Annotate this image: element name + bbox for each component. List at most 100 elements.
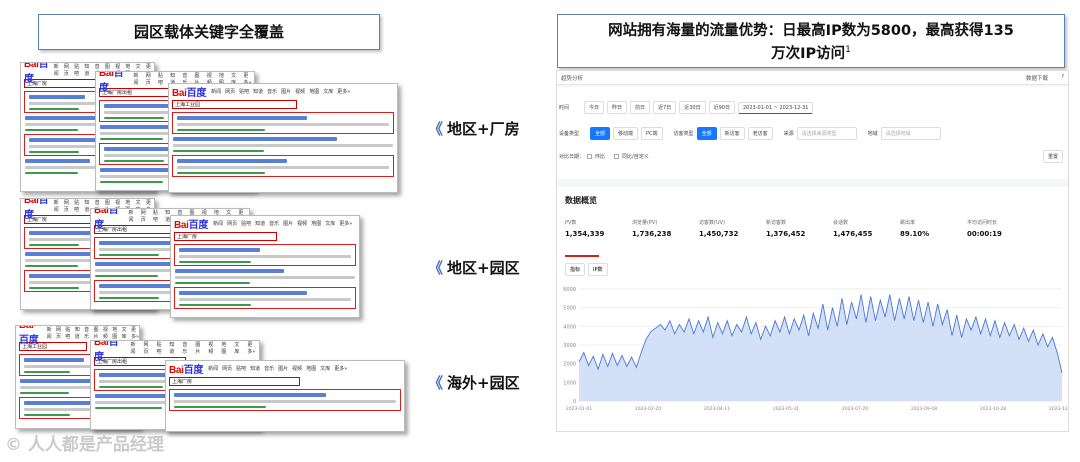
nav-link[interactable]: 知道	[169, 341, 178, 355]
chart-tab[interactable]: 指标	[565, 263, 586, 276]
nav-link[interactable]: 新闻	[134, 72, 142, 86]
visitor-option[interactable]: 全部	[696, 127, 717, 140]
device-option[interactable]: 移动端	[613, 127, 639, 140]
nav-link[interactable]: 网页	[143, 341, 152, 355]
nav-link[interactable]: 新闻	[213, 220, 223, 227]
nav-link[interactable]: 网页	[227, 220, 237, 227]
nav-link[interactable]: 新闻	[54, 199, 60, 213]
visitor-option[interactable]: 新访客	[719, 127, 745, 140]
nav-link[interactable]: 地图	[112, 326, 117, 340]
help-icon[interactable]: ?	[1061, 74, 1064, 80]
nav-link[interactable]: 文库	[122, 326, 127, 340]
nav-link[interactable]: 视频	[103, 326, 108, 340]
nav-link[interactable]: 文库	[320, 365, 330, 372]
nav-link[interactable]: 贴吧	[241, 220, 251, 227]
nav-link[interactable]: 视频	[297, 220, 307, 227]
search-input[interactable]: 上海工业园	[19, 342, 87, 351]
nav-link[interactable]: 地图	[309, 88, 319, 95]
nav-link[interactable]: 图片	[278, 365, 288, 372]
nav-link[interactable]: 音乐	[269, 220, 279, 227]
nav-link[interactable]: 音乐	[267, 88, 277, 95]
device-option[interactable]: 全部	[590, 127, 611, 140]
nav-link[interactable]: 知道	[84, 63, 90, 77]
nav-link[interactable]: 音乐	[182, 341, 191, 355]
nav-link[interactable]: 更多»	[339, 220, 352, 227]
nav-link[interactable]: 知道	[75, 326, 80, 340]
nav-link[interactable]: 网页	[222, 365, 232, 372]
nav-link[interactable]: 贴吧	[236, 365, 246, 372]
nav-link[interactable]: 图片	[283, 220, 293, 227]
time-option[interactable]: 近7日	[653, 101, 677, 114]
nav-link[interactable]: 贴吧	[65, 326, 70, 340]
nav-link[interactable]: 知道	[250, 365, 260, 372]
slide: 园区载体关键字全覆盖 网站拥有海量的流量优势：日最高IP数为5800，最高获得1…	[0, 0, 1080, 462]
nav-link[interactable]: 文库	[325, 220, 335, 227]
compare-checkbox[interactable]	[614, 154, 620, 159]
nav-link[interactable]: 音乐	[264, 365, 274, 372]
region-select[interactable]: 请选择地域	[880, 127, 941, 140]
nav-link[interactable]: 视频	[295, 88, 305, 95]
search-result-item[interactable]	[169, 137, 397, 152]
nav-link[interactable]: 新闻	[130, 341, 139, 355]
nav-link[interactable]: 新闻	[54, 63, 60, 77]
time-option[interactable]: 今日	[584, 101, 605, 114]
nav-link[interactable]: 贴吧	[156, 341, 165, 355]
nav-link[interactable]: 文库	[323, 88, 333, 95]
compare-checkbox[interactable]	[587, 154, 593, 159]
download-button[interactable]: 数据下载	[1026, 74, 1048, 82]
time-option[interactable]: 近30日	[679, 101, 706, 114]
nav-link[interactable]: 网页	[141, 209, 149, 223]
date-range-picker[interactable]: 2023-01-01 ~ 2023-12-31	[737, 101, 814, 114]
nav-link[interactable]: 网页	[225, 88, 235, 95]
search-input[interactable]: 上海厂房	[24, 215, 98, 224]
time-option[interactable]: 近90日	[708, 101, 735, 114]
search-result-item[interactable]	[174, 287, 356, 309]
search-result-item[interactable]	[174, 244, 356, 266]
nav-link[interactable]: 知道	[253, 88, 263, 95]
search-input[interactable]: 上海厂房	[24, 79, 98, 88]
nav-link[interactable]: 更多»	[247, 341, 259, 355]
nav-link[interactable]: 贴吧	[239, 88, 249, 95]
source-select[interactable]: 请选择来源类型	[796, 127, 857, 140]
visitor-option[interactable]: 老访客	[747, 127, 773, 140]
nav-link[interactable]: 网页	[64, 199, 70, 213]
search-result-item[interactable]	[169, 389, 401, 411]
nav-link[interactable]: 贴吧	[74, 199, 80, 213]
nav-link[interactable]: 网页	[64, 63, 70, 77]
device-option[interactable]: PC端	[641, 127, 663, 140]
nav-link[interactable]: 地图	[221, 341, 230, 355]
nav-link[interactable]: 知道	[255, 220, 265, 227]
nav-link[interactable]: 贴吧	[74, 63, 80, 77]
nav-link[interactable]: 地图	[306, 365, 316, 372]
nav-link[interactable]: 新闻	[129, 209, 137, 223]
nav-link[interactable]: 网页	[56, 326, 61, 340]
nav-link[interactable]: 图片	[281, 88, 291, 95]
nav-link[interactable]: 新闻	[211, 88, 221, 95]
time-option[interactable]: 昨日	[607, 101, 628, 114]
nav-link[interactable]: 网页	[146, 72, 154, 86]
search-result-item[interactable]	[172, 112, 394, 134]
nav-link[interactable]: 视频	[208, 341, 217, 355]
search-result-item[interactable]	[171, 269, 359, 284]
reset-button[interactable]: 重置	[1042, 150, 1063, 163]
nav-link[interactable]: 视频	[292, 365, 302, 372]
nav-link[interactable]: 贴吧	[153, 209, 161, 223]
time-option[interactable]: 前日	[630, 101, 651, 114]
nav-link[interactable]: 贴吧	[158, 72, 166, 86]
nav-link[interactable]: 更多»	[337, 88, 350, 95]
chart-tab[interactable]: IP数	[588, 263, 608, 276]
nav-link[interactable]: 图片	[195, 341, 204, 355]
search-input[interactable]: 上海厂房出租	[94, 225, 181, 234]
search-input[interactable]: 上海工业园	[172, 100, 298, 109]
nav-link[interactable]: 图片	[93, 326, 98, 340]
nav-link[interactable]: 更多»	[334, 365, 347, 372]
search-input[interactable]: 上海厂房	[169, 377, 300, 386]
nav-link[interactable]: 地图	[311, 220, 321, 227]
nav-link[interactable]: 新闻	[47, 326, 52, 340]
nav-link[interactable]: 文库	[234, 341, 243, 355]
search-input[interactable]: 上海厂房	[174, 232, 278, 241]
nav-link[interactable]: 更多»	[131, 326, 139, 340]
nav-link[interactable]: 音乐	[84, 326, 89, 340]
search-result-item[interactable]	[172, 155, 394, 177]
nav-link[interactable]: 新闻	[208, 365, 218, 372]
